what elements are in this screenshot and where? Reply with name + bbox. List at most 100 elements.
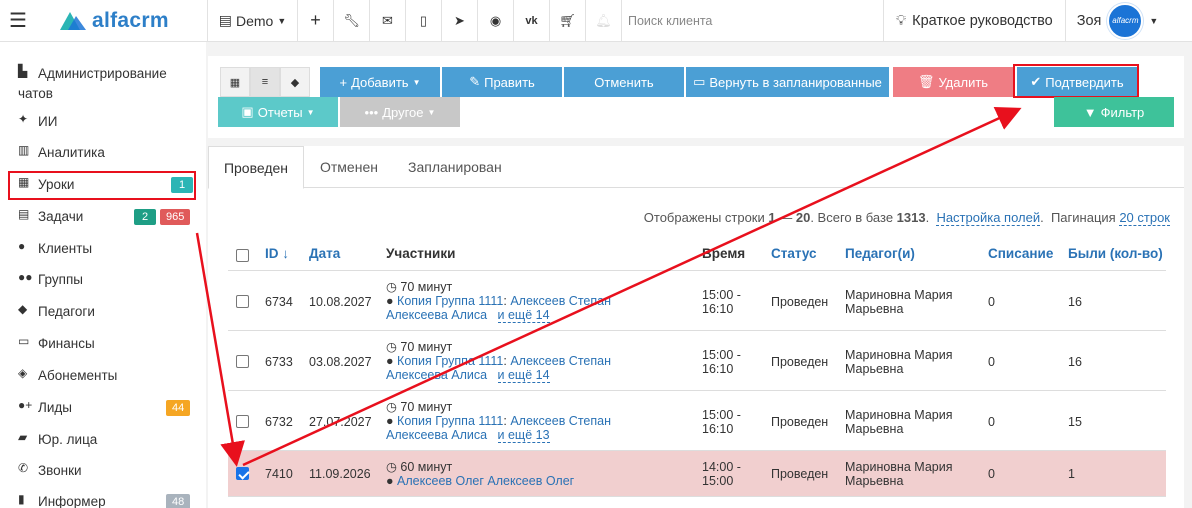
participant-link[interactable]: Алексеев Степан [510, 414, 611, 428]
column-date[interactable]: Дата [309, 246, 340, 261]
participant-link[interactable]: Алексеев Степан [510, 294, 611, 308]
select-all-checkbox[interactable] [236, 249, 249, 262]
reports-label: Отчеты [257, 104, 303, 120]
time-end: 16:10 [702, 362, 734, 376]
fields-settings-link[interactable]: Настройка полей [936, 210, 1041, 226]
cancel-button[interactable]: Отменить [564, 67, 684, 97]
lesson-id: 6732 [265, 415, 293, 429]
telegram-icon[interactable]: ➤ [442, 0, 478, 42]
guide-link[interactable]: 💡︎ Краткое руководство [884, 0, 1066, 42]
graduation-cap-icon: ◆ [18, 302, 28, 316]
user-menu[interactable]: Зоя alfacrm ▼ [1066, 0, 1158, 42]
writeoff-value: 0 [988, 467, 995, 481]
tab-cancelled[interactable]: Отменен [320, 146, 378, 188]
plus-icon[interactable]: + [298, 0, 334, 42]
time-start: 15:00 - [702, 348, 741, 362]
table-row[interactable]: 6734 10.08.2027 ◷ 70 минут ● Копия Групп… [228, 270, 1166, 330]
filter-button[interactable]: ▼ Фильтр [1054, 97, 1174, 127]
mobile-icon[interactable]: ▯ [406, 0, 442, 42]
add-button[interactable]: + Добавить ▼ [320, 67, 440, 97]
sidebar-item-analytics[interactable]: ▥ Аналитика [0, 143, 205, 163]
participant-link[interactable]: Алексеев Олег Алексеев Олег [397, 474, 574, 488]
sidebar-item-calls[interactable]: ✆ Звонки [0, 461, 205, 481]
clock-icon: ◷ [386, 340, 397, 354]
total-label: . Всего в базе [810, 210, 894, 225]
view-teacher-button[interactable]: ◆ [280, 67, 310, 97]
bell-icon[interactable]: 🔔︎ [586, 0, 622, 42]
pagination-select[interactable]: 20 строк [1119, 210, 1170, 226]
trash-icon: 🗑︎ [917, 74, 935, 89]
reports-button[interactable]: ▣ Отчеты ▼ [218, 97, 338, 127]
sidebar-item-chat-admin[interactable]: ▙ Администрирование чатов [0, 64, 205, 104]
highlight-lessons [8, 171, 196, 200]
clock-icon: ◷ [386, 400, 397, 414]
user-plus-icon: ●+ [18, 398, 33, 412]
lessons-panel: Проведен Отменен Запланирован Отображены… [208, 146, 1184, 508]
wrench-icon[interactable]: 🔧︎ [334, 0, 370, 42]
participant-link[interactable]: Алексеев Степан [510, 354, 611, 368]
edit-button[interactable]: ✎ Править [442, 67, 562, 97]
other-button[interactable]: ••• Другое ▼ [340, 97, 460, 127]
column-status[interactable]: Статус [771, 246, 817, 261]
company-dropdown[interactable]: ▤ Demo ▼ [208, 0, 298, 42]
row-checkbox[interactable] [236, 415, 249, 428]
row-checkbox[interactable] [236, 467, 249, 480]
user-icon: ● [18, 239, 26, 253]
sidebar-item-tasks[interactable]: ▤ Задачи 2 965 [0, 207, 205, 227]
table-row[interactable]: 6733 03.08.2027 ◷ 70 минут ● Копия Групп… [228, 330, 1166, 390]
cart-icon[interactable]: 🛒︎ [550, 0, 586, 42]
sidebar-item-subscriptions[interactable]: ◈ Абонементы [0, 366, 205, 386]
lesson-status: Проведен [771, 355, 829, 369]
teacher-name: Мариновна Мария [845, 288, 953, 302]
envelope-icon[interactable]: ✉ [370, 0, 406, 42]
search-input[interactable] [628, 13, 883, 28]
sidebar-item-teachers[interactable]: ◆ Педагоги [0, 302, 205, 322]
view-calendar-button[interactable]: ▦ [220, 67, 250, 97]
client-search[interactable] [622, 0, 884, 42]
view-list-button[interactable]: ≡ [250, 67, 280, 97]
column-teacher[interactable]: Педагог(и) [845, 246, 915, 261]
table-row[interactable]: 6732 27.07.2027 ◷ 70 минут ● Копия Групп… [228, 390, 1166, 450]
delete-label: Удалить [938, 74, 989, 90]
table-row-selected[interactable]: 7410 11.09.2026 ◷ 60 минут ● Алексеев Ол… [228, 450, 1166, 496]
participant-link[interactable]: Алексеева Алиса [386, 368, 487, 382]
menu-icon[interactable]: ☰ [0, 0, 36, 42]
whatsapp-icon[interactable]: ◉ [478, 0, 514, 42]
row-checkbox[interactable] [236, 355, 249, 368]
column-writeoff[interactable]: Списание [988, 246, 1053, 261]
user-icon: ● [386, 474, 394, 488]
participant-link[interactable]: Алексеева Алиса [386, 308, 487, 322]
vk-icon[interactable]: vk [514, 0, 550, 42]
more-participants-link[interactable]: и ещё 14 [497, 368, 550, 383]
sidebar-item-informer[interactable]: ▮ Информер 48 [0, 492, 205, 508]
clock-icon: ◷ [386, 460, 397, 474]
more-participants-link[interactable]: и ещё 14 [497, 308, 550, 323]
sidebar-item-leads[interactable]: ●+ Лиды 44 [0, 398, 205, 418]
column-attended[interactable]: Были (кол-во) [1068, 246, 1163, 261]
participant-link[interactable]: Алексеева Алиса [386, 428, 487, 442]
tab-label: Проведен [223, 159, 289, 176]
column-id[interactable]: ID ↓ [265, 246, 289, 261]
sidebar-item-ai[interactable]: ✦ ИИ [0, 112, 205, 132]
tab-conducted[interactable]: Проведен [208, 146, 304, 189]
group-link[interactable]: Копия Группа 1111 [397, 354, 503, 368]
group-link[interactable]: Копия Группа 1111 [397, 414, 503, 428]
shown-label: Отображены строки [643, 210, 765, 225]
group-link[interactable]: Копия Группа 1111 [397, 294, 503, 308]
range-end: 20 [795, 210, 811, 225]
more-participants-link[interactable]: и ещё 13 [497, 428, 550, 443]
tab-planned[interactable]: Запланирован [408, 146, 502, 188]
delete-button[interactable]: 🗑︎ Удалить [893, 67, 1013, 97]
caret-down-icon: ▼ [412, 77, 421, 87]
lesson-date: 27.07.2027 [309, 415, 372, 429]
teacher-name-2: Марьевна [845, 422, 904, 436]
logo[interactable]: alfacrm [36, 0, 208, 42]
sidebar-item-clients[interactable]: ● Клиенты [0, 239, 205, 259]
sidebar-item-legal-entities[interactable]: ▰ Юр. лица [0, 430, 205, 450]
clipboard-icon: ▤ [18, 207, 30, 221]
table-row[interactable] [228, 496, 1166, 508]
return-planned-button[interactable]: ▭ Вернуть в запланированные [686, 67, 889, 97]
sidebar-item-groups[interactable]: ●● Группы [0, 270, 205, 290]
sidebar-item-finances[interactable]: ▭ Финансы [0, 334, 205, 354]
row-checkbox[interactable] [236, 295, 249, 308]
